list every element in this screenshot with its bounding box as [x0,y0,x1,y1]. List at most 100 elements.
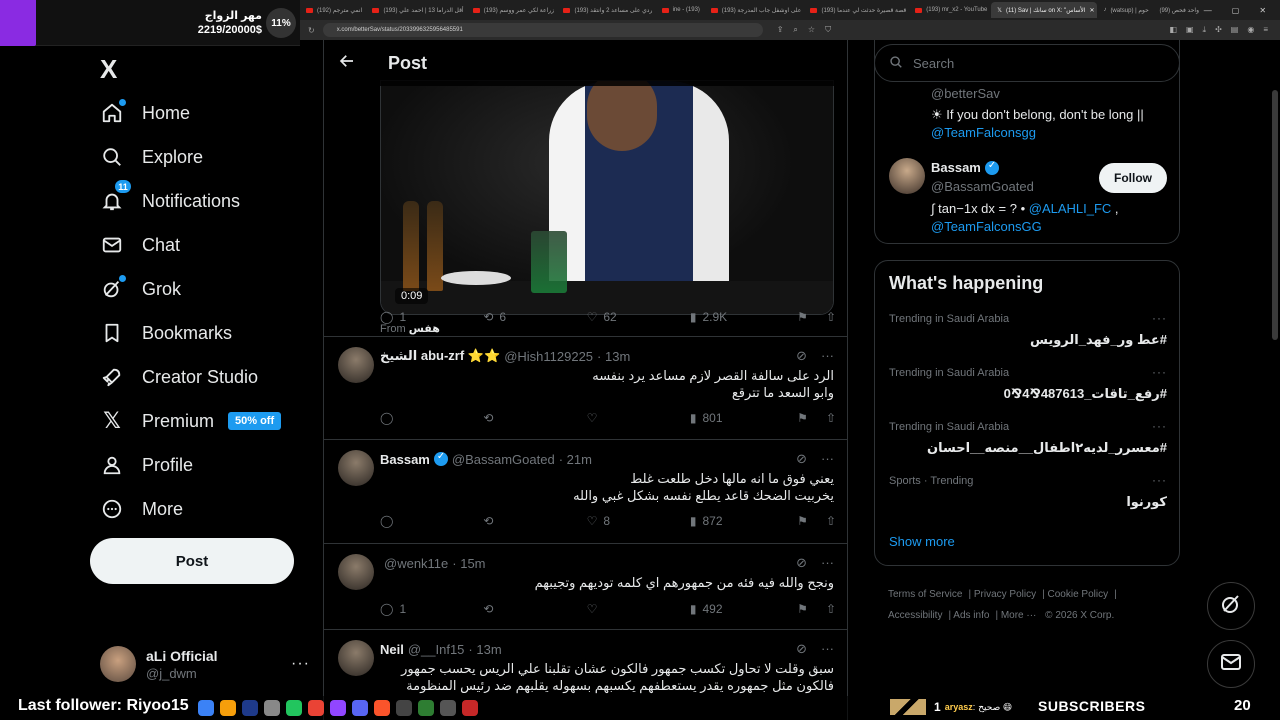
grok-icon[interactable]: ⊘ [796,641,807,657]
views-button[interactable]: ▮ 492 [690,602,797,616]
nav-bookmarks[interactable]: Bookmarks [100,311,232,355]
reply-author-handle[interactable]: @BassamGoated [452,452,555,467]
app-icon[interactable] [418,700,434,716]
reply-author-name[interactable]: Neil [380,642,404,657]
browser-tab[interactable]: (193) على اوشفل جاب المدرجة [705,2,805,18]
nav-more[interactable]: More [100,487,183,531]
browser-tab[interactable]: (193) قصة قصيرة حدثت لي عندما [804,2,909,18]
bookmark-icon[interactable]: ⚑ [797,602,808,616]
puzzle-icon[interactable]: ✣ [1215,25,1222,35]
views-button[interactable]: ▮ 2.9K [690,310,797,324]
whatsapp-icon[interactable] [286,700,302,716]
more-icon[interactable]: ··· [821,348,834,364]
grok-icon[interactable]: ⊘ [796,555,807,571]
views-button[interactable]: ▮ 801 [690,411,797,425]
grok-icon[interactable]: ⊘ [796,348,807,364]
views-button[interactable]: ▮ 872 [690,514,797,528]
repost-button[interactable]: ⟲ [483,602,586,616]
messages-floating-button[interactable] [1207,640,1255,688]
more-icon[interactable]: ··· [1152,473,1167,487]
follow-button[interactable]: Follow [1099,163,1167,193]
reply-button[interactable]: ◯ 1 [380,310,483,324]
show-more-link[interactable]: Show more [889,534,955,549]
account-switcher[interactable]: aLi Official @j_dwm ··· [100,642,310,686]
browser-tab-active[interactable]: 𝕏 (11) Sav | سانك on X: "الأساس ✕ [991,2,1098,18]
account-menu-icon[interactable]: ··· [291,655,310,673]
nav-grok[interactable]: Grok [100,267,181,311]
zoom-icon[interactable]: ⌕ [793,25,797,35]
like-button[interactable]: ♡ 8 [587,514,690,528]
share-icon[interactable]: ⇧ [826,310,836,324]
video-player[interactable]: 0:09 [380,80,834,315]
footer-link[interactable]: Terms of Service [888,589,962,600]
bookmark-icon[interactable]: ⚑ [797,514,808,528]
reply-button[interactable]: ◯ [380,411,483,425]
nav-explore[interactable]: Explore [100,135,203,179]
nav-creator-studio[interactable]: Creator Studio [100,355,258,399]
app-icon[interactable] [264,700,280,716]
reply-button[interactable]: ◯ [380,514,483,528]
star-icon[interactable]: ☆ [808,25,815,35]
close-tab-icon[interactable]: ✕ [1089,7,1094,14]
grok-floating-button[interactable] [1207,582,1255,630]
from-source[interactable]: هفس [409,323,440,335]
app-icon[interactable] [440,700,456,716]
reply-time[interactable]: · 13m [597,349,630,364]
extension-icon[interactable]: ◧ [1169,25,1177,35]
menu-icon[interactable]: ≡ [1263,25,1268,35]
profile-icon[interactable]: ◉ [1247,25,1254,35]
share-icon[interactable]: ⇧ [826,411,836,425]
more-icon[interactable]: ··· [1152,419,1167,433]
like-button[interactable]: ♡ 62 [587,310,690,324]
browser-tab[interactable]: (193) ردي على مساعد 2 وانتقد [557,2,655,18]
footer-link[interactable]: Cookie Policy [1048,589,1109,600]
reply-time[interactable]: · 21m [559,452,592,467]
bio-link[interactable]: @TeamFalconsGG [931,219,1042,234]
brave-icon[interactable] [374,700,390,716]
reply-author-handle[interactable]: @Hish1129225 [504,349,593,364]
maximize-icon[interactable]: ▢ [1232,6,1240,15]
repost-button[interactable]: ⟲ 6 [483,310,586,324]
footer-link[interactable]: Privacy Policy [974,589,1036,600]
chrome-icon[interactable] [308,700,324,716]
bookmark-icon[interactable]: ⚑ [797,310,808,324]
browser-tab[interactable]: (193) mr_x2 - YouTube [909,2,991,18]
trend-item[interactable]: Trending in Saudi Arabia ··· #رفع_تاقات_… [889,365,1167,402]
more-icon[interactable]: ··· [821,641,834,657]
reply-item[interactable]: Bassam @BassamGoated · 21m ⊘ ··· يعني فوق… [324,440,847,544]
reply-author-name[interactable]: الشيخ abu-zrf ⭐⭐ [380,348,500,364]
footer-link[interactable]: Accessibility [888,610,942,621]
download-icon[interactable]: ⤓ [1203,25,1207,35]
trend-item[interactable]: Sports · Trending ··· كورنوا [889,473,1167,510]
back-arrow-icon[interactable] [324,52,370,75]
grok-icon[interactable]: ⊘ [796,451,807,467]
nav-home[interactable]: Home [100,91,190,135]
search-input[interactable]: Search [874,44,1180,82]
reply-time[interactable]: · 15m [452,556,485,571]
scrollbar-thumb[interactable] [1272,90,1278,340]
bio-link[interactable]: @ALAHLI_FC [1029,201,1112,216]
bookmark-icon[interactable]: ⚑ [797,411,808,425]
reply-item[interactable]: @wenk11e · 15m ⊘ ··· ونجح والله فيه فئه م… [324,544,847,630]
nav-profile[interactable]: Profile [100,443,193,487]
reply-author-handle[interactable]: @__Inf15 [408,642,465,657]
reload-icon[interactable]: ↻ [308,26,315,35]
obs-icon[interactable] [462,700,478,716]
post-button[interactable]: Post [90,538,294,584]
reply-button[interactable]: ◯ 1 [380,602,483,616]
app-icon[interactable] [198,700,214,716]
minimize-icon[interactable]: — [1204,6,1212,15]
more-icon[interactable]: ··· [821,555,834,571]
reply-item[interactable]: الشيخ abu-zrf ⭐⭐ @Hish1129225 · 13m ⊘ ···… [324,337,847,443]
more-icon[interactable]: ··· [1152,365,1167,379]
footer-link[interactable]: Ads info [953,610,989,621]
browser-tab[interactable]: ine - (193) [656,2,705,18]
nav-notifications[interactable]: 11 Notifications [100,179,240,223]
suggested-user-name-row[interactable]: Bassam [931,160,999,175]
more-icon[interactable]: ··· [821,451,834,467]
app-icon[interactable] [330,700,346,716]
sidebar-icon[interactable]: ▤ [1231,25,1239,35]
avatar[interactable] [889,158,925,194]
reply-author-name[interactable]: Bassam [380,452,430,467]
browser-tab[interactable]: (192) انمي مترجم [300,2,366,18]
